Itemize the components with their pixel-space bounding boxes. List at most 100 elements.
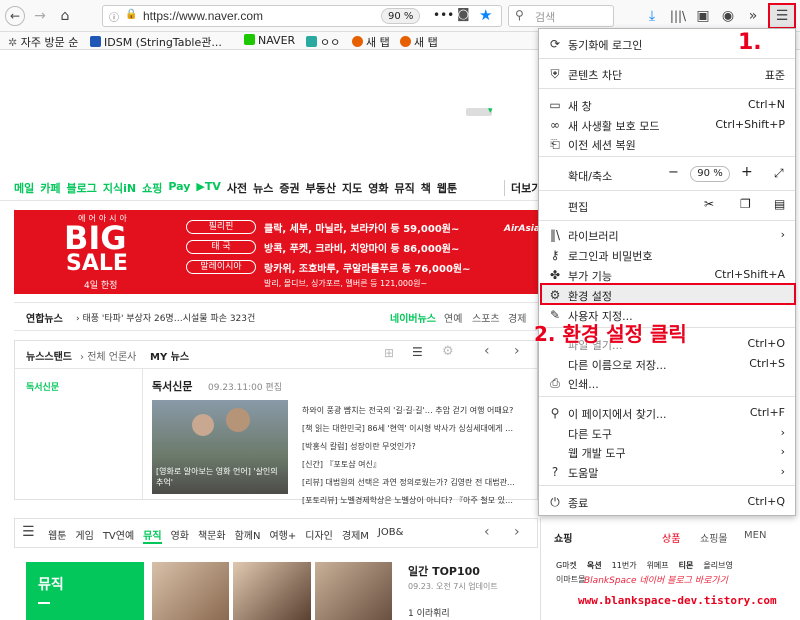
menu-item-save-as[interactable]: 다른 이름으로 저장... Ctrl+S	[539, 354, 795, 374]
bookmark-most-visited[interactable]: ✲ 자주 방문 순	[8, 34, 78, 50]
menu-item-addons[interactable]: ✤ 부가 기능 Ctrl+Shift+A	[539, 265, 795, 285]
my-news-tab[interactable]: MY 뉴스	[150, 348, 189, 363]
account-icon[interactable]: ◉	[718, 6, 738, 26]
menu-item-print[interactable]: ⎙ 인쇄...	[539, 373, 795, 393]
shop-link[interactable]: G마켓	[556, 560, 577, 571]
tab-job[interactable]: JOB&	[378, 527, 403, 544]
zoom-out-icon[interactable]: −	[668, 165, 679, 180]
copy-icon[interactable]: ❐	[740, 197, 751, 211]
fullscreen-icon[interactable]: ⤢	[774, 166, 784, 181]
tab-design[interactable]: 디자인	[305, 527, 333, 544]
menu-item-find[interactable]: ⚲ 이 페이지에서 찾기... Ctrl+F	[539, 403, 795, 423]
pocket-icon[interactable]: ◙	[457, 7, 470, 22]
url-bar[interactable]: ⓘ 🔒 https://www.naver.com 90 % ••• ◙ ★	[102, 5, 502, 27]
list-item[interactable]: [포토리뷰] 노벨경제학상은 노벨상이 아니다? 『아주 철모 있…	[302, 492, 530, 510]
bookmark-oo[interactable]: ㅇㅇ	[306, 34, 340, 50]
menu-item-private-window[interactable]: ∞ 새 사생활 보호 모드 Ctrl+Shift+P	[539, 115, 795, 135]
tab-malls[interactable]: 쇼핑몰	[700, 530, 728, 545]
nav-news[interactable]: 뉴스	[253, 180, 273, 195]
shop-link[interactable]: 올리브영	[703, 560, 732, 571]
list-item[interactable]: 하와이 풍광 뺨치는 전국의 '길·길·길'… 추암 걷기 여행 어때요?	[302, 402, 530, 420]
url-text[interactable]: https://www.naver.com	[143, 9, 263, 23]
nav-movie[interactable]: 영화	[368, 180, 388, 195]
nav-dict[interactable]: 사전	[227, 180, 247, 195]
next-arrow-icon[interactable]: ›	[514, 343, 520, 359]
tab-sports[interactable]: 스포츠	[472, 310, 500, 325]
nav-stock[interactable]: 증권	[279, 180, 299, 195]
menu-item-web-developer[interactable]: 웹 개발 도구 ›	[539, 442, 795, 462]
menu-item-logins[interactable]: ⚷ 로그인과 비밀번호	[539, 245, 795, 265]
menu-item-help[interactable]: ? 도움말 ›	[539, 462, 795, 482]
tab-webtoon[interactable]: 웹툰	[48, 527, 66, 544]
album-covers[interactable]	[152, 562, 392, 620]
press-title[interactable]: 독서신문	[152, 378, 192, 394]
prev-arrow-icon[interactable]: ‹	[484, 524, 490, 540]
music-tile[interactable]: 뮤직	[26, 562, 144, 620]
cut-icon[interactable]: ✂	[704, 197, 714, 211]
tab-book[interactable]: 책문화	[198, 527, 226, 544]
shop-link[interactable]: 11번가	[612, 560, 637, 571]
menu-item-quit[interactable]: ⏻ 종료 Ctrl+Q	[539, 492, 795, 512]
nav-cafe[interactable]: 카페	[40, 180, 60, 195]
forward-icon[interactable]: →	[30, 6, 50, 26]
paste-icon[interactable]: ▤	[774, 197, 785, 211]
zoom-badge[interactable]: 90 %	[381, 8, 421, 24]
newsstand-all[interactable]: › 전체 언론사	[80, 348, 136, 363]
home-icon[interactable]: ⌂	[55, 6, 75, 26]
back-icon[interactable]: ←	[5, 6, 25, 26]
info-icon[interactable]: ⓘ	[109, 9, 119, 24]
nav-book[interactable]: 책	[421, 180, 431, 195]
menu-item-restore-session[interactable]: ⎗ 이전 세션 복원	[539, 134, 795, 154]
prev-arrow-icon[interactable]: ‹	[484, 343, 490, 359]
article-photo[interactable]: [영화로 알아보는 영화 언어] '살인의 추억'	[152, 400, 288, 494]
menu-icon[interactable]: ☰	[22, 524, 35, 540]
tab-game[interactable]: 게임	[75, 527, 93, 544]
tab-econ[interactable]: 경제M	[342, 527, 369, 544]
newsstand-title[interactable]: 뉴스스탠드	[26, 348, 72, 363]
news-source[interactable]: 연합뉴스	[26, 310, 63, 325]
bookmark-star-icon[interactable]: ★	[479, 6, 492, 24]
download-icon[interactable]: ⤓	[642, 6, 662, 26]
nav-map[interactable]: 지도	[342, 180, 362, 195]
bookmark-new-tab-1[interactable]: 새 탭	[352, 34, 390, 50]
tab-together[interactable]: 함께N	[235, 527, 261, 544]
search-bar[interactable]: ⚲ 검색	[508, 5, 614, 27]
tab-movie[interactable]: 영화	[171, 527, 189, 544]
list-item[interactable]: [리뷰] 대법원의 선택은 과연 정의로웠는가? 김영란 전 대법관…	[302, 474, 530, 492]
menu-item-new-window[interactable]: ▭ 새 창 Ctrl+N	[539, 95, 795, 115]
next-arrow-icon[interactable]: ›	[514, 524, 520, 540]
zoom-in-icon[interactable]: +	[741, 164, 753, 180]
nav-mail[interactable]: 메일	[14, 180, 34, 195]
nav-more[interactable]: 더보기	[504, 180, 541, 196]
nav-webtoon[interactable]: 웹툰	[437, 180, 457, 195]
nav-blog[interactable]: 블로그	[67, 180, 97, 195]
grid-view-icon[interactable]: ⊞	[384, 346, 394, 360]
more-actions-icon[interactable]: •••	[433, 8, 454, 22]
top100-first[interactable]: 1 이라휘리	[408, 606, 450, 619]
bookmark-idsm[interactable]: IDSM (StringTable관...	[90, 34, 222, 50]
news-headline[interactable]: › 태풍 '타파' 부상자 26명…시설물 파손 323건	[76, 311, 255, 324]
tab-economy[interactable]: 경제	[508, 310, 526, 325]
tab-naver-news[interactable]: 네이버뉴스	[390, 310, 436, 325]
nav-realestate[interactable]: 부동산	[306, 180, 336, 195]
tab-men[interactable]: MEN	[744, 530, 766, 541]
shop-link[interactable]: 옥션	[587, 560, 602, 571]
tab-products[interactable]: 상품	[662, 530, 680, 545]
shop-link[interactable]: 위메프	[647, 560, 669, 571]
bookmark-naver[interactable]: NAVER	[244, 34, 295, 47]
nav-shopping[interactable]: 쇼핑	[142, 180, 162, 195]
library-icon[interactable]: |||\	[668, 6, 688, 26]
nav-music[interactable]: 뮤직	[394, 180, 414, 195]
nav-pay[interactable]: Pay	[168, 180, 190, 194]
sidebar-icon[interactable]: ▣	[693, 6, 713, 26]
tab-entertainment[interactable]: 연예	[444, 310, 462, 325]
tab-travel[interactable]: 여행+	[269, 527, 296, 544]
hamburger-menu-icon[interactable]: ☰	[768, 3, 796, 29]
settings-gear-icon[interactable]: ⚙	[442, 344, 454, 359]
bookmark-new-tab-2[interactable]: 새 탭	[400, 34, 438, 50]
shop-link[interactable]: 티몬	[679, 560, 694, 571]
top100-title[interactable]: 일간 TOP100	[408, 563, 480, 579]
list-item[interactable]: [책 읽는 대한민국] 86세 '현역' 이시형 박사가 싱싱세대에게 …	[302, 420, 530, 438]
list-item[interactable]: [신간] 『포토샵 여신』	[302, 456, 530, 474]
zoom-reset-button[interactable]: 90 %	[690, 166, 730, 182]
